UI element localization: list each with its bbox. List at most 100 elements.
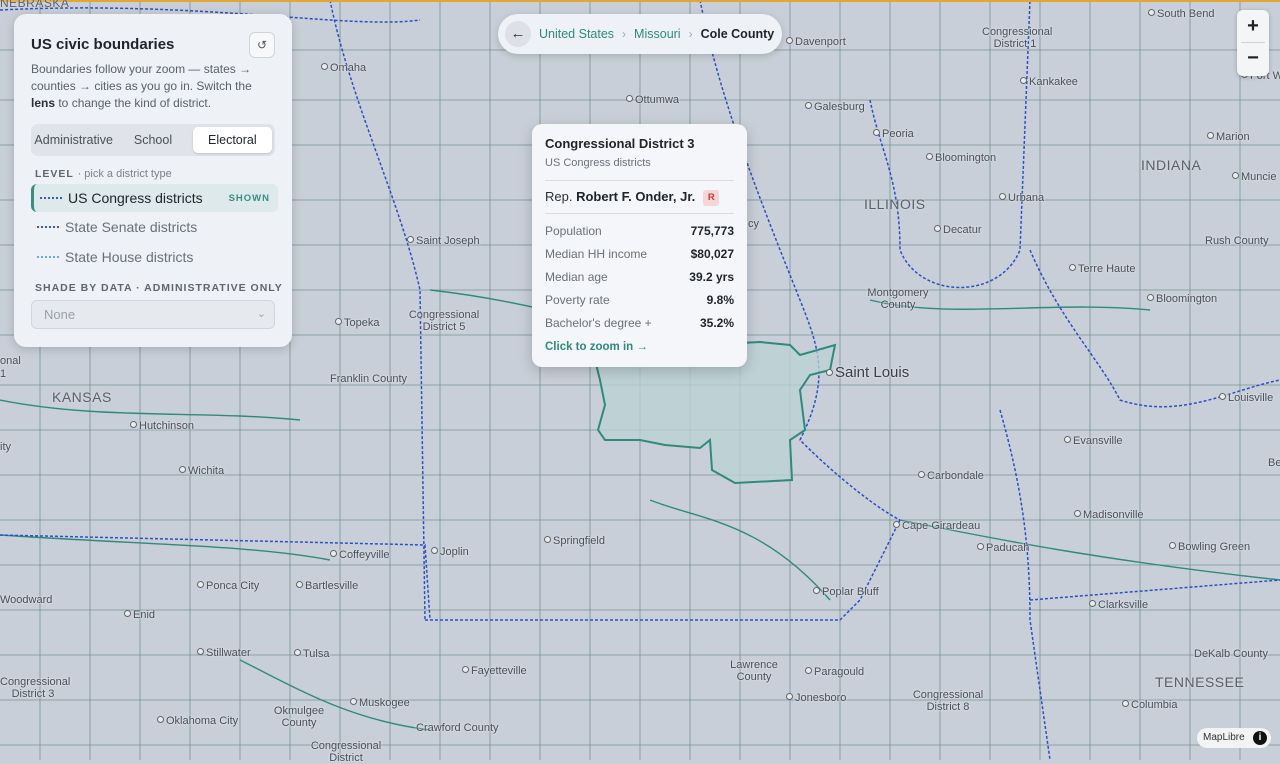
city-label: Hutchinson — [130, 420, 194, 432]
city-label: Davenport — [786, 36, 846, 48]
tooltip-subtitle: US Congress districts — [545, 157, 651, 169]
city-label: South Bend — [1148, 8, 1215, 20]
edge-label: Be — [1268, 457, 1280, 469]
level-section-title: LEVEL · pick a district type — [35, 168, 172, 180]
city-label: Galesburg — [805, 101, 865, 113]
breadcrumb-item-united-states[interactable]: United States — [539, 27, 614, 41]
district-label: Congressional District 8 — [912, 689, 984, 713]
district-label: Congressional District 1 — [982, 26, 1053, 50]
dotted-line-swatch — [37, 256, 59, 258]
city-label: Ponca City — [197, 580, 259, 592]
city-label: Topeka — [335, 317, 379, 329]
lens-tab-school[interactable]: School — [113, 127, 192, 153]
city-label: Springfield — [544, 535, 605, 547]
lens-switcher: Administrative School Electoral — [31, 124, 275, 156]
city-label: Urbana — [999, 192, 1044, 204]
city-label: Carbondale — [918, 470, 984, 482]
breadcrumb-item-missouri[interactable]: Missouri — [634, 27, 681, 41]
city-label: Omaha — [321, 62, 366, 74]
city-label: Jonesboro — [786, 692, 846, 704]
city-label: Cape Girardeau — [893, 520, 980, 532]
city-label: Woodward — [0, 594, 53, 606]
stat-row: Median HH income $80,027 — [545, 247, 734, 261]
breadcrumb: ← United States › Missouri › Cole County — [498, 14, 782, 54]
city-label: Paducah — [977, 542, 1029, 554]
level-option-state-senate[interactable]: State Senate districts — [31, 213, 275, 241]
level-label: US Congress districts — [68, 190, 203, 206]
city-label: Wichita — [179, 465, 224, 477]
shown-badge: SHOWN — [228, 192, 270, 204]
city-label: Louisville — [1219, 392, 1273, 404]
city-label: Bloomington — [926, 152, 996, 164]
shade-select[interactable]: None ⌄ — [31, 300, 275, 329]
county-label: Crawford County — [416, 722, 499, 734]
zoom-in-link[interactable]: Click to zoom in → — [545, 341, 648, 353]
state-label: KANSAS — [52, 389, 112, 405]
panel-description: Boundaries follow your zoom — states → c… — [31, 62, 252, 110]
zoom-in-button[interactable]: + — [1237, 10, 1269, 42]
county-label: Lawrence County — [730, 659, 778, 683]
shade-section-title: SHADE BY DATA · ADMINISTRATIVE ONLY — [35, 282, 283, 294]
level-label: State House districts — [65, 249, 194, 265]
state-label: INDIANA — [1141, 157, 1202, 173]
city-label: Columbia — [1122, 699, 1177, 711]
chevron-right-icon: › — [622, 27, 627, 41]
city-label: Clarksville — [1089, 599, 1148, 611]
state-label: ILLINOIS — [864, 196, 926, 212]
chevron-down-icon: ⌄ — [256, 308, 266, 320]
dotted-line-swatch — [40, 197, 62, 199]
city-label: Decatur — [934, 224, 982, 236]
zoom-out-button[interactable]: − — [1237, 43, 1269, 76]
city-label: Kankakee — [1020, 76, 1078, 88]
stat-row: Bachelor's degree +35.2% — [545, 316, 734, 330]
city-label: Muskogee — [350, 697, 410, 709]
reset-button[interactable]: ↺ — [249, 32, 275, 58]
city-label: Ottumwa — [626, 94, 679, 106]
city-label: Saint Joseph — [407, 235, 480, 247]
city-label: Poplar Bluff — [813, 586, 879, 598]
city-label: Madisonville — [1074, 509, 1144, 521]
city-label: Fayetteville — [462, 665, 527, 677]
lens-tab-administrative[interactable]: Administrative — [34, 127, 113, 153]
level-label: State Senate districts — [65, 219, 198, 235]
party-badge: R — [703, 190, 720, 206]
county-label: Montgomery County — [867, 287, 929, 311]
state-label: NEBRASKA — [0, 0, 70, 10]
arrow-left-icon: ← — [510, 25, 526, 42]
city-label: Oklahoma City — [157, 715, 238, 727]
city-label: Tulsa — [294, 648, 330, 660]
city-label: Joplin — [431, 546, 469, 558]
info-icon[interactable]: i — [1253, 731, 1267, 745]
city-label: Stillwater — [197, 647, 251, 659]
city-label: Bloomington — [1147, 293, 1217, 305]
county-label: Okmulgee County — [273, 705, 325, 729]
panel-title: US civic boundaries — [31, 36, 175, 53]
city-label: Saint Louis — [826, 365, 909, 380]
lens-tab-electoral[interactable]: Electoral — [192, 127, 272, 153]
city-label: Bartlesville — [296, 580, 358, 592]
city-label: Terre Haute — [1069, 263, 1135, 275]
dotted-line-swatch — [37, 226, 59, 228]
level-option-us-congress[interactable]: US Congress districts SHOWN — [31, 184, 278, 212]
district-tooltip[interactable]: Congressional District 3 US Congress dis… — [532, 124, 747, 367]
district-label: Congressional District 5 — [408, 309, 480, 333]
edge-label: onal — [0, 355, 21, 367]
chevron-right-icon: › — [688, 27, 693, 41]
county-label: Rush County — [1205, 235, 1269, 247]
county-label: Franklin County — [330, 373, 408, 385]
breadcrumb-item-current: Cole County — [700, 27, 775, 41]
top-accent-line — [0, 0, 1280, 2]
city-label: Muncie — [1232, 171, 1276, 183]
stat-row: Median age 39.2 yrs — [545, 270, 734, 284]
zoom-controls: + − — [1237, 10, 1269, 76]
map-attribution[interactable]: MapLibre i — [1197, 728, 1271, 748]
state-label: TENNESSEE — [1155, 674, 1245, 690]
edge-label: cy — [748, 218, 759, 230]
city-label: Marion — [1207, 131, 1250, 143]
county-label: DeKalb County — [1194, 648, 1268, 660]
city-label: Bowling Green — [1169, 541, 1250, 553]
back-button[interactable]: ← — [505, 21, 531, 47]
district-label: Congressional District — [310, 740, 382, 764]
level-option-state-house[interactable]: State House districts — [31, 243, 275, 271]
representative: Rep. Robert F. Onder, Jr. R — [545, 189, 720, 206]
